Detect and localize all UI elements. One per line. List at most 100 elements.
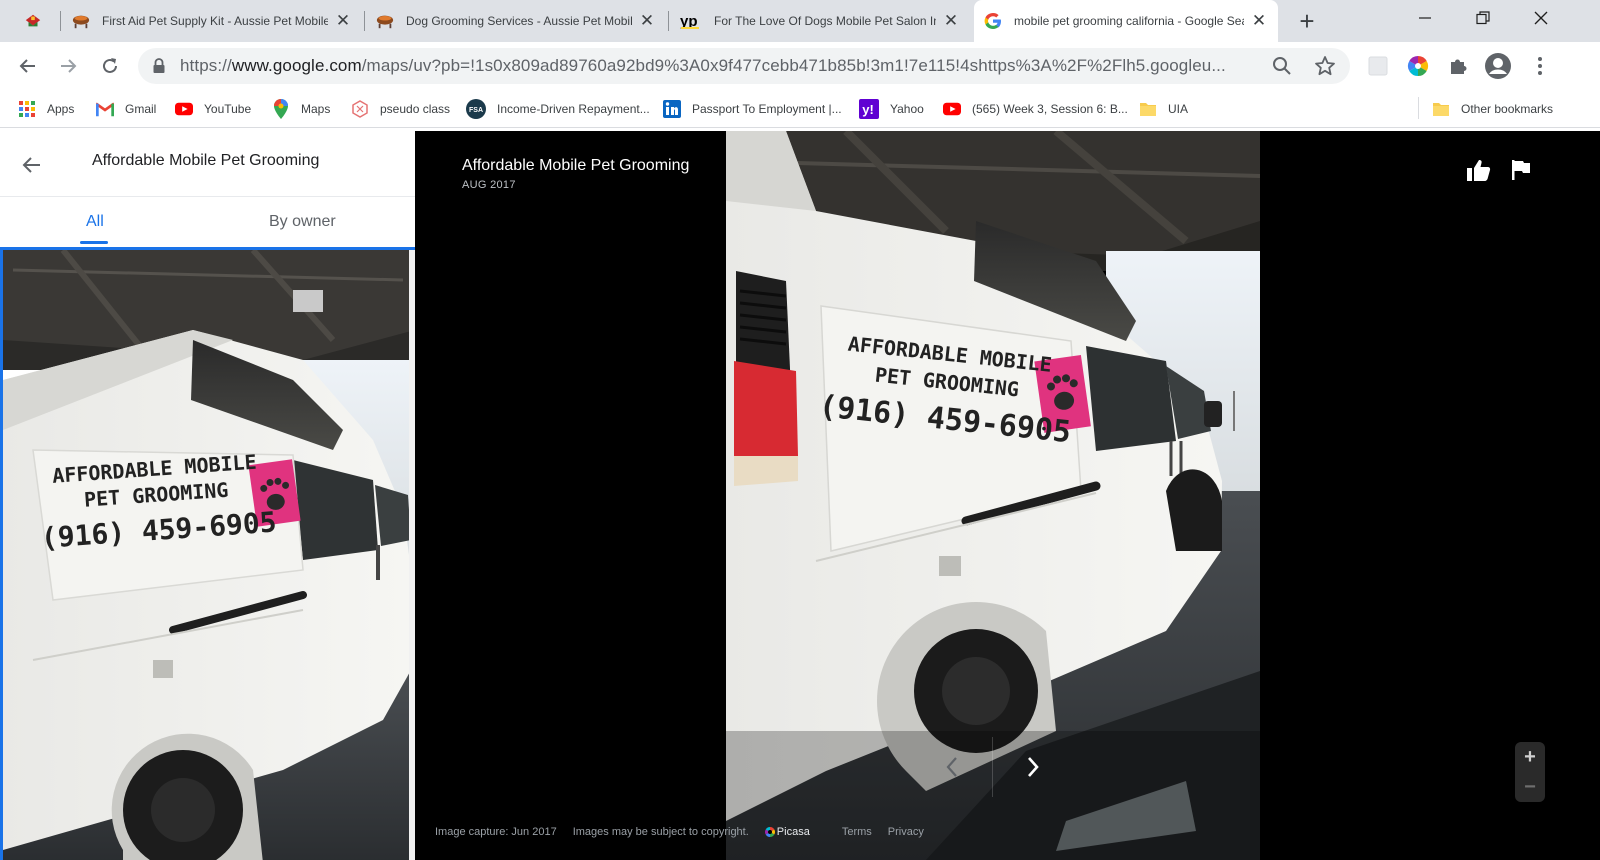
reload-icon[interactable]	[96, 52, 124, 80]
tab-all[interactable]: All	[86, 213, 104, 231]
bookmark-label: YouTube	[204, 102, 252, 116]
bookmark-income-driven-repayment[interactable]: FSA Income-Driven Repayment...	[466, 98, 650, 120]
pseudo-class-icon	[351, 100, 369, 118]
zoom-control: + −	[1515, 742, 1545, 802]
close-tab-icon[interactable]: ✕	[334, 11, 352, 30]
close-window-icon[interactable]	[1512, 0, 1570, 36]
folder-icon	[1432, 100, 1450, 118]
svg-text:y!: y!	[862, 102, 874, 117]
bookmark-label: UIA	[1168, 102, 1189, 116]
tab-3-active[interactable]: mobile pet grooming california - Google …	[974, 0, 1278, 42]
photo-thumbnail[interactable]: AFFORDABLE MOBILE PET GROOMING (916) 459…	[0, 247, 415, 860]
svg-text:yp: yp	[680, 13, 698, 29]
bookmarks-separator	[1418, 97, 1419, 119]
other-bookmarks-folder[interactable]: Other bookmarks	[1432, 98, 1553, 120]
close-tab-icon[interactable]: ✕	[638, 11, 656, 30]
nav-separator	[992, 737, 993, 797]
tab-title: First Aid Pet Supply Kit - Aussie Pet Mo…	[102, 14, 328, 28]
youtube-icon	[943, 100, 961, 118]
bookmark-yahoo[interactable]: y! Yahoo	[859, 98, 924, 120]
address-bar[interactable]: https://www.google.com/maps/uv?pb=!1s0x8…	[138, 48, 1350, 84]
bookmark-pseudo-class[interactable]: pseudo class	[351, 98, 450, 120]
zoom-in-button[interactable]: +	[1515, 742, 1545, 772]
svg-text:FSA: FSA	[469, 107, 483, 114]
main-photo[interactable]: AFFORDABLE MOBILE PET GROOMING (916) 459…	[726, 131, 1260, 860]
viewer-footer: Image capture: Jun 2017 Images may be su…	[435, 824, 940, 840]
bookmark-folder-uia[interactable]: UIA	[1139, 98, 1188, 120]
bookmark-label: (565) Week 3, Session 6: B...	[972, 102, 1128, 116]
flag-icon[interactable]	[1508, 157, 1534, 183]
tab-title: For The Love Of Dogs Mobile Pet Salon In…	[714, 14, 936, 28]
restore-window-icon[interactable]	[1454, 0, 1512, 36]
van-photo-thumbnail: AFFORDABLE MOBILE PET GROOMING (916) 459…	[3, 250, 415, 860]
chevron-right-icon	[1028, 757, 1039, 777]
tab-by-owner[interactable]: By owner	[269, 213, 336, 231]
extension-square-icon[interactable]	[1364, 52, 1392, 80]
color-wheel-extension-icon[interactable]	[1404, 52, 1432, 80]
panel-title: Affordable Mobile Pet Grooming	[92, 152, 320, 169]
picasa-label: Picasa	[776, 826, 810, 838]
privacy-link[interactable]: Privacy	[888, 826, 924, 838]
app-logo-icon	[24, 12, 42, 30]
bookmark-label: Gmail	[125, 102, 157, 116]
tab-1[interactable]: Dog Grooming Services - Aussie Pet Mobil…	[366, 0, 666, 42]
image-capture-date: Image capture: Jun 2017	[435, 826, 557, 838]
new-tab-button[interactable]: +	[1294, 6, 1320, 36]
forward-arrow-icon[interactable]	[54, 52, 82, 80]
zoom-magnifier-icon[interactable]	[1272, 56, 1292, 81]
extensions-puzzle-icon[interactable]	[1444, 52, 1472, 80]
active-tab-indicator	[80, 241, 108, 244]
bookmark-maps[interactable]: Maps	[272, 98, 330, 120]
bookmark-apps[interactable]: Apps	[18, 98, 74, 120]
tab-0[interactable]: First Aid Pet Supply Kit - Aussie Pet Mo…	[62, 0, 362, 42]
gmail-icon	[96, 100, 114, 118]
tab-separator	[364, 11, 365, 31]
browser-toolbar: https://www.google.com/maps/uv?pb=!1s0x8…	[0, 42, 1600, 90]
back-arrow-icon[interactable]	[14, 52, 42, 80]
close-tab-icon[interactable]: ✕	[942, 11, 960, 30]
google-favicon	[984, 12, 1002, 30]
tab-separator	[668, 11, 669, 31]
photos-side-panel: Affordable Mobile Pet Grooming All By ow…	[0, 131, 415, 860]
bookmark-week-3-session-6[interactable]: (565) Week 3, Session 6: B...	[943, 98, 1128, 120]
bookmark-label: Yahoo	[890, 102, 924, 116]
next-photo-button[interactable]	[1021, 752, 1045, 782]
terms-link[interactable]: Terms	[842, 826, 872, 838]
thumbs-up-icon[interactable]	[1466, 157, 1492, 183]
bookmark-label: Apps	[47, 102, 75, 116]
bookmark-passport-to-employment[interactable]: Passport To Employment |...	[663, 98, 842, 120]
linkedin-icon	[663, 100, 681, 118]
previous-photo-button[interactable]	[940, 752, 964, 782]
tab-title: mobile pet grooming california - Google …	[1014, 14, 1244, 28]
chrome-menu-icon[interactable]	[1526, 52, 1554, 80]
tab-2[interactable]: yp For The Love Of Dogs Mobile Pet Salon…	[670, 0, 970, 42]
bookmark-label: Income-Driven Repayment...	[497, 102, 650, 116]
back-arrow-icon[interactable]	[20, 153, 44, 177]
panel-header: Affordable Mobile Pet Grooming	[0, 131, 415, 197]
tab-strip: First Aid Pet Supply Kit - Aussie Pet Mo…	[0, 0, 1600, 42]
bookmark-youtube[interactable]: YouTube	[175, 98, 251, 120]
minimize-window-icon[interactable]	[1396, 0, 1454, 36]
bookmark-star-icon[interactable]	[1314, 55, 1336, 82]
url-scheme: https://	[180, 56, 232, 75]
viewer-title: Affordable Mobile Pet Grooming	[462, 157, 690, 174]
bookmark-label: Other bookmarks	[1461, 102, 1554, 116]
viewer-date: AUG 2017	[462, 179, 516, 191]
zoom-out-button[interactable]: −	[1515, 772, 1545, 802]
url-host: www.google.com	[231, 56, 362, 75]
bookmark-label: Passport To Employment |...	[692, 102, 842, 116]
lock-icon[interactable]	[152, 58, 166, 79]
profile-avatar-icon[interactable]	[1484, 52, 1512, 80]
apps-grid-icon	[18, 100, 36, 118]
close-tab-icon[interactable]: ✕	[1250, 11, 1268, 30]
url-text[interactable]: https://www.google.com/maps/uv?pb=!1s0x8…	[180, 56, 1270, 76]
tab-separator	[60, 11, 61, 31]
picasa-attribution[interactable]: Picasa	[764, 826, 826, 838]
picasa-logo-icon	[764, 827, 775, 837]
url-path: /maps/uv?pb=!1s0x809ad89760a92bd9%3A0x9f…	[361, 56, 1226, 75]
folder-icon	[1139, 100, 1157, 118]
profile-tab-icon[interactable]	[14, 0, 58, 42]
bookmark-gmail[interactable]: Gmail	[96, 98, 156, 120]
bookmark-label: Maps	[301, 102, 331, 116]
yp-favicon: yp	[680, 12, 706, 30]
